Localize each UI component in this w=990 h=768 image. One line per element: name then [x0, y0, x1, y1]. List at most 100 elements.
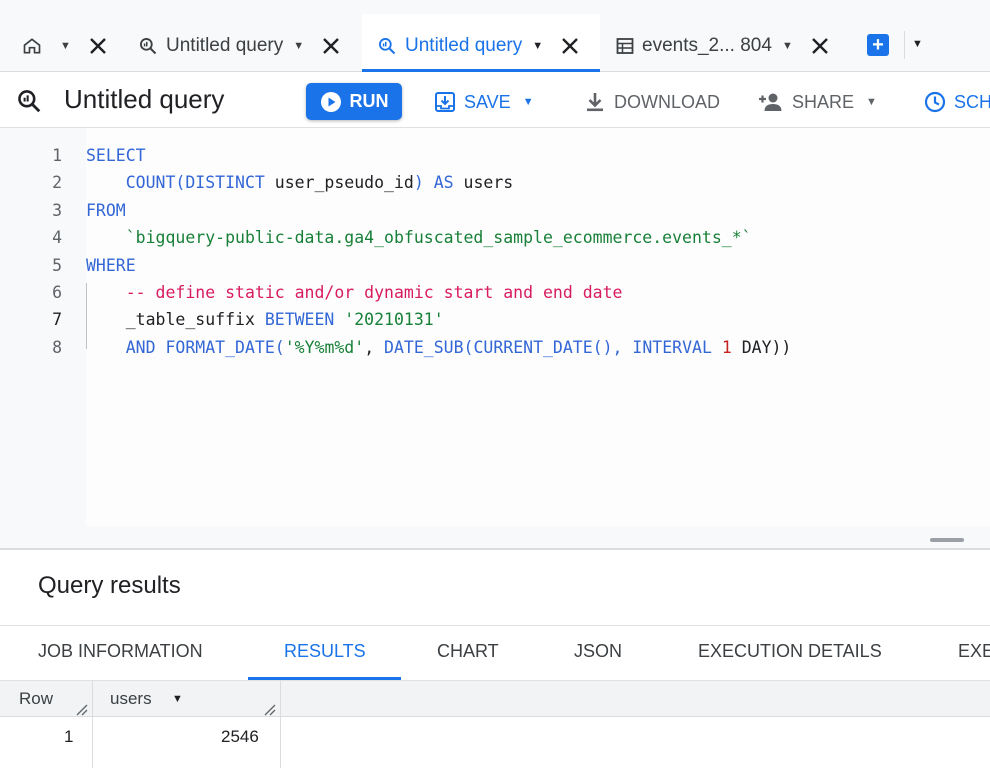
home-tab[interactable]: ▼	[22, 22, 107, 70]
tab-untitled-query-2[interactable]: Untitled query ▼	[377, 22, 579, 70]
tab-chart[interactable]: CHART	[437, 641, 499, 662]
code-token: ,	[364, 337, 375, 357]
code-token: _table_suffix	[125, 310, 255, 330]
home-icon	[22, 36, 42, 56]
code-token: DAY))	[731, 337, 792, 357]
column-resize-icon[interactable]	[264, 703, 276, 721]
code-text: WHERE	[86, 252, 136, 279]
schedule-label: SCH	[954, 91, 990, 112]
code-token: FORMAT_DATE(	[155, 337, 285, 357]
users-value-cell: 2546	[221, 727, 259, 746]
code-token: SELECT	[86, 146, 146, 165]
save-label: SAVE	[464, 91, 511, 112]
line-number: 6	[52, 283, 62, 302]
page-title: Untitled query	[64, 84, 225, 114]
code-token: )	[413, 173, 424, 193]
panel-splitter[interactable]	[0, 548, 990, 550]
chevron-down-icon[interactable]: ▼	[782, 40, 793, 52]
line-number: 8	[52, 337, 62, 357]
code-text: _table_suffix BETWEEN '20210131'	[86, 306, 444, 333]
tab-label: Untitled query	[405, 35, 523, 56]
code-line: 3 FROM	[0, 197, 990, 224]
code-token: '%Y%m%d'	[284, 337, 365, 357]
chevron-down-icon[interactable]: ▼	[60, 40, 71, 52]
tab-execution-graph[interactable]: EXE	[958, 641, 990, 662]
results-title: Query results	[38, 572, 181, 599]
close-icon[interactable]	[811, 37, 829, 55]
code-line: 6 -- define static and/or dynamic start …	[0, 279, 990, 306]
run-button[interactable]: RUN	[306, 83, 402, 120]
download-button[interactable]: DOWNLOAD	[584, 88, 720, 116]
column-resize-icon[interactable]	[76, 703, 88, 721]
run-label: RUN	[349, 91, 389, 111]
chevron-down-icon[interactable]: ▼	[293, 40, 304, 52]
resize-handle[interactable]	[930, 538, 964, 542]
code-text: `bigquery-public-data.ga4_obfuscated_sam…	[86, 224, 752, 251]
more-tabs-chevron-icon[interactable]: ▼	[912, 38, 923, 50]
tab-execution-details[interactable]: EXECUTION DETAILS	[698, 641, 882, 662]
chevron-down-icon[interactable]: ▼	[866, 96, 877, 108]
sort-dropdown-icon[interactable]: ▼	[172, 693, 183, 705]
share-button[interactable]: SHARE ▼	[758, 88, 877, 116]
code-line: 5 WHERE	[0, 252, 990, 279]
column-divider	[92, 681, 93, 768]
code-text: SELECT	[86, 142, 146, 169]
code-token: user_pseudo_id	[264, 173, 414, 193]
code-token: AND	[125, 337, 156, 357]
close-icon[interactable]	[561, 37, 579, 55]
line-number: 2	[52, 173, 62, 193]
code-text: FROM	[86, 197, 126, 224]
line-number: 1	[52, 146, 62, 165]
code-line: 2 COUNT(DISTINCT user_pseudo_id) AS user…	[0, 169, 990, 196]
download-icon	[584, 91, 606, 113]
column-header-users[interactable]: users	[110, 689, 152, 709]
chevron-down-icon[interactable]: ▼	[532, 40, 543, 52]
line-number: 5	[52, 255, 62, 275]
line-number: 3	[52, 200, 62, 220]
query-icon	[377, 36, 397, 56]
code-token: 1	[711, 337, 732, 357]
code-token: `bigquery-public-data.ga4_obfuscated_sam…	[125, 228, 752, 248]
code-token: FROM	[86, 200, 126, 220]
code-token: WHERE	[86, 255, 136, 275]
download-label: DOWNLOAD	[614, 91, 721, 112]
code-token: DATE_SUB(CURRENT_DATE(),	[374, 337, 623, 357]
save-icon	[434, 91, 456, 113]
close-icon[interactable]	[322, 37, 340, 55]
close-icon[interactable]	[89, 37, 107, 55]
add-person-icon	[758, 91, 784, 113]
tab-job-information[interactable]: JOB INFORMATION	[38, 641, 203, 662]
tab-untitled-query-1[interactable]: Untitled query ▼	[138, 22, 340, 70]
query-icon	[138, 36, 158, 56]
code-line: 1 SELECT	[0, 142, 990, 169]
code-token: '20210131'	[334, 310, 444, 330]
tab-events-table[interactable]: events_2... 804 ▼	[616, 22, 829, 70]
code-text: AND FORMAT_DATE('%Y%m%d', DATE_SUB(CURRE…	[86, 334, 792, 361]
tab-divider	[904, 31, 905, 59]
active-results-tab-indicator	[248, 677, 401, 680]
schedule-button[interactable]: SCH	[924, 88, 990, 116]
line-number: 4	[52, 228, 62, 248]
add-tab-button[interactable]: +	[867, 34, 889, 56]
code-text: -- define static and/or dynamic start an…	[86, 279, 623, 306]
play-icon	[320, 91, 342, 113]
code-token: -- define static and/or dynamic start an…	[125, 283, 623, 302]
tab-json[interactable]: JSON	[574, 641, 622, 662]
line-number: 7	[52, 310, 62, 330]
code-token: INTERVAL	[622, 337, 712, 357]
tab-label: events_2... 804	[642, 35, 772, 56]
sql-editor[interactable]: 1 SELECT 2 COUNT(DISTINCT user_pseudo_id) …	[0, 128, 990, 548]
code-token: COUNT(DISTINCT	[125, 173, 265, 193]
code-token: BETWEEN	[254, 310, 335, 330]
query-icon	[16, 88, 42, 119]
tab-results[interactable]: RESULTS	[284, 641, 366, 662]
chevron-down-icon[interactable]: ▼	[523, 96, 534, 108]
share-label: SHARE	[792, 91, 855, 112]
code-line: 7 _table_suffix BETWEEN '20210131'	[0, 306, 990, 333]
code-line: 4 `bigquery-public-data.ga4_obfuscated_s…	[0, 224, 990, 251]
save-button[interactable]: SAVE ▼	[434, 88, 534, 116]
